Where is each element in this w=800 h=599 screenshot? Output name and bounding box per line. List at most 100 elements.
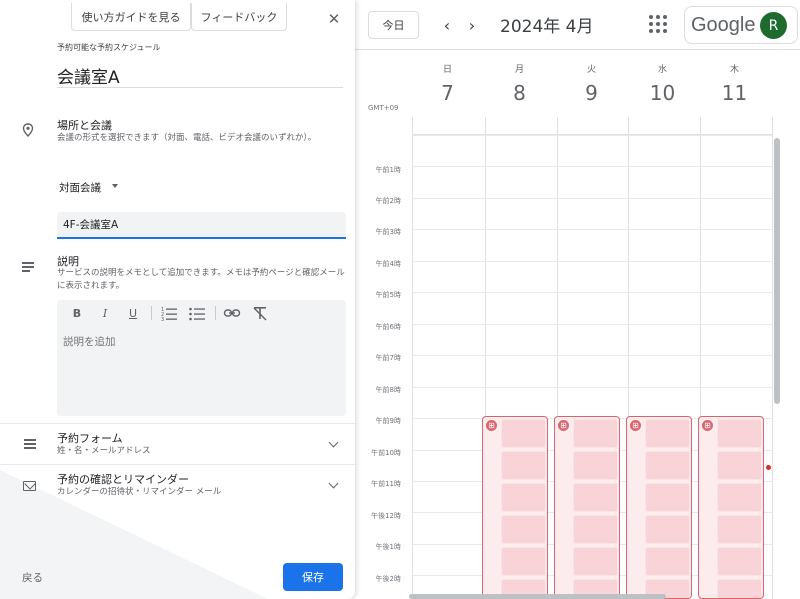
bookable-slot[interactable] bbox=[573, 419, 618, 448]
description-input[interactable] bbox=[63, 334, 333, 404]
bookable-slot[interactable] bbox=[501, 451, 546, 480]
availability-block[interactable]: ⊞ bbox=[698, 416, 764, 599]
bookable-slot[interactable] bbox=[717, 483, 762, 512]
bulleted-list-icon[interactable] bbox=[188, 305, 206, 321]
booking-form-title: 予約フォーム bbox=[57, 432, 123, 445]
schedule-title-input[interactable]: 会議室A bbox=[57, 62, 343, 88]
bookable-slot[interactable] bbox=[717, 419, 762, 448]
apps-grid-icon[interactable] bbox=[649, 15, 667, 33]
italic-button[interactable]: I bbox=[96, 305, 114, 321]
toolbar-separator bbox=[151, 306, 152, 320]
day-of-week: 木 bbox=[729, 65, 739, 75]
day-header-wed[interactable]: 水 10 bbox=[627, 62, 698, 105]
bookable-slot[interactable] bbox=[501, 547, 546, 576]
bookable-slot[interactable] bbox=[645, 515, 690, 544]
bookable-slot[interactable] bbox=[573, 451, 618, 480]
hour-label: 午前11時 bbox=[371, 480, 401, 488]
hour-label: 午後12時 bbox=[371, 512, 401, 520]
confirmation-subtitle: カレンダーの招待状・リマインダー メール bbox=[57, 487, 222, 497]
clear-formatting-icon[interactable] bbox=[251, 305, 269, 321]
bookable-slot[interactable] bbox=[717, 579, 762, 598]
bookable-slot[interactable] bbox=[501, 483, 546, 512]
editor-toolbar: B I U 1 2 3 bbox=[57, 300, 346, 326]
caret-down-icon[interactable] bbox=[112, 184, 118, 188]
today-button[interactable]: 今日 bbox=[368, 11, 419, 39]
bookable-slot[interactable] bbox=[645, 451, 690, 480]
calendar-grid-icon: ⊞ bbox=[630, 420, 641, 431]
mail-icon bbox=[23, 481, 36, 491]
availability-block[interactable]: ⊞ bbox=[626, 416, 692, 599]
back-button[interactable]: 戻る bbox=[22, 565, 62, 589]
day-number[interactable]: 8 bbox=[484, 81, 555, 105]
confirmation-reminder-row[interactable]: 予約の確認とリマインダー カレンダーの招待状・リマインダー メール bbox=[0, 465, 355, 505]
hour-gridline bbox=[413, 197, 773, 199]
hour-label: 午前4時 bbox=[375, 260, 401, 268]
bookable-slot[interactable] bbox=[573, 515, 618, 544]
bookable-slot[interactable] bbox=[717, 451, 762, 480]
current-time-indicator bbox=[766, 465, 771, 470]
day-number[interactable]: 7 bbox=[412, 81, 483, 105]
day-of-week: 水 bbox=[657, 65, 667, 75]
hour-gridline bbox=[413, 229, 773, 231]
room-location-input[interactable] bbox=[57, 212, 346, 239]
day-of-week: 火 bbox=[586, 65, 596, 75]
booking-form-row[interactable]: 予約フォーム 姓・名・メールアドレス bbox=[0, 424, 355, 464]
day-header-thu[interactable]: 木 11 bbox=[699, 62, 770, 105]
bookable-slot[interactable] bbox=[645, 547, 690, 576]
horizontal-scrollbar[interactable] bbox=[409, 594, 666, 599]
confirmation-title: 予約の確認とリマインダー bbox=[57, 473, 189, 486]
avatar[interactable]: R bbox=[760, 12, 787, 39]
hour-gridline bbox=[413, 135, 773, 136]
save-button[interactable]: 保存 bbox=[283, 563, 343, 591]
bookable-slot[interactable] bbox=[501, 419, 546, 448]
hour-label: 午前7時 bbox=[375, 354, 401, 362]
bookable-slot[interactable] bbox=[573, 483, 618, 512]
day-number[interactable]: 9 bbox=[556, 81, 627, 105]
bookable-slot[interactable] bbox=[645, 419, 690, 448]
hour-label: 午前5時 bbox=[375, 291, 401, 299]
day-of-week: 月 bbox=[514, 65, 524, 75]
day-header-sun[interactable]: 日 7 bbox=[412, 62, 483, 105]
chevron-left-icon[interactable]: ‹ bbox=[435, 11, 459, 39]
bookable-slot[interactable] bbox=[573, 547, 618, 576]
meeting-mode-select[interactable]: 対面会議 bbox=[59, 180, 101, 195]
hour-label: 午前2時 bbox=[375, 197, 401, 205]
schedule-caption: 予約可能な予約スケジュール bbox=[57, 43, 161, 52]
hour-label: 午前6時 bbox=[375, 323, 401, 331]
bookable-slot[interactable] bbox=[717, 547, 762, 576]
day-number[interactable]: 11 bbox=[699, 81, 770, 105]
description-help-text: サービスの説明をメモとして追加できます。メモは予約ページと確認メールに表示されま… bbox=[57, 268, 345, 291]
guide-button[interactable]: 使い方ガイドを見る bbox=[71, 3, 191, 31]
month-title: 2024年 4月 bbox=[500, 17, 594, 37]
chevron-down-icon[interactable] bbox=[328, 478, 339, 489]
vertical-scrollbar[interactable] bbox=[774, 138, 780, 404]
availability-block[interactable]: ⊞ bbox=[554, 416, 620, 599]
chevron-down-icon[interactable] bbox=[328, 437, 339, 448]
feedback-button[interactable]: フィードバック bbox=[191, 3, 287, 31]
account-switcher[interactable]: Google R bbox=[684, 6, 798, 44]
bold-button[interactable]: B bbox=[68, 305, 86, 321]
day-header-tue[interactable]: 火 9 bbox=[556, 62, 627, 105]
hour-gridline bbox=[413, 386, 773, 388]
hour-label: 午後1時 bbox=[375, 543, 401, 551]
calendar-grid-icon: ⊞ bbox=[702, 420, 713, 431]
close-icon[interactable]: ✕ bbox=[324, 9, 344, 29]
hour-label: 午前10時 bbox=[371, 449, 401, 457]
bookable-slot[interactable] bbox=[501, 515, 546, 544]
underline-button[interactable]: U bbox=[124, 305, 142, 321]
location-pin-icon bbox=[22, 123, 34, 137]
numbered-list-icon[interactable]: 1 2 3 bbox=[160, 305, 178, 321]
bookable-slot[interactable] bbox=[717, 515, 762, 544]
day-of-week: 日 bbox=[442, 65, 452, 75]
bookable-slot[interactable] bbox=[645, 483, 690, 512]
chevron-right-icon[interactable]: › bbox=[460, 11, 484, 39]
day-column-divider bbox=[772, 117, 773, 599]
day-number[interactable]: 10 bbox=[627, 81, 698, 105]
day-header-mon[interactable]: 月 8 bbox=[484, 62, 555, 105]
availability-block[interactable]: ⊞ bbox=[482, 416, 548, 599]
timezone-label: GMT+09 bbox=[368, 104, 399, 112]
hour-gridline bbox=[413, 355, 773, 357]
link-icon[interactable] bbox=[223, 305, 241, 321]
svg-text:3: 3 bbox=[161, 317, 164, 321]
calendar-header: 今日 ‹ › 2024年 4月 Google R bbox=[355, 0, 800, 50]
